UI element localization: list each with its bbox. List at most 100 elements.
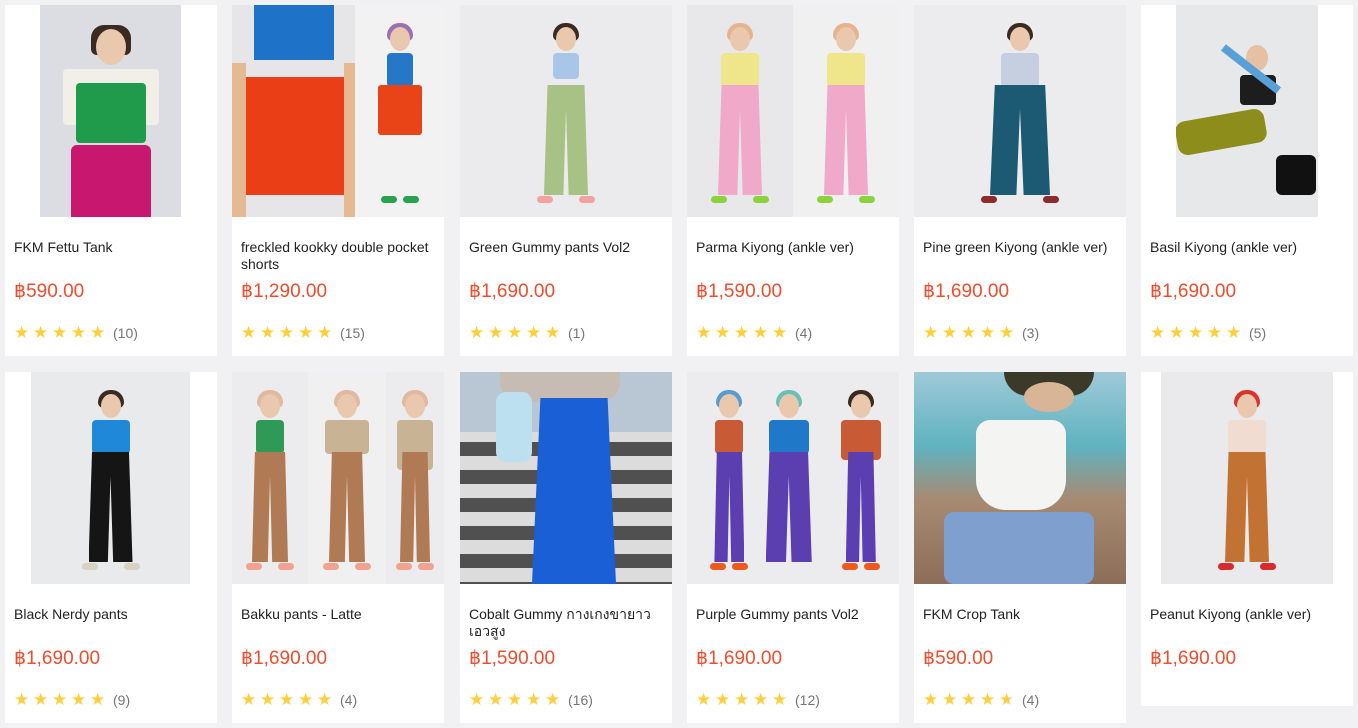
product-title[interactable]: FKM Fettu Tank [14, 239, 208, 256]
product-card[interactable]: FKM Crop Tank ฿590.00 ★ ★ ★ ★ ★ (4) [914, 372, 1126, 723]
product-card[interactable]: Peanut Kiyong (ankle ver) ฿1,690.00 [1141, 372, 1353, 706]
star-icon: ★ [52, 323, 68, 342]
star-icon: ★ [279, 690, 295, 709]
product-rating: ★ ★ ★ ★ ★ (1) [469, 324, 585, 341]
product-image[interactable] [232, 5, 444, 217]
star-icon: ★ [734, 690, 750, 709]
product-rating: ★ ★ ★ ★ ★ (4) [241, 691, 357, 708]
star-icon: ★ [545, 690, 561, 709]
product-image[interactable] [914, 5, 1126, 217]
star-icon: ★ [469, 323, 485, 342]
star-icon: ★ [696, 690, 712, 709]
product-title[interactable]: Green Gummy pants Vol2 [469, 239, 663, 256]
product-title[interactable]: Black Nerdy pants [14, 606, 208, 623]
product-title[interactable]: Peanut Kiyong (ankle ver) [1150, 606, 1344, 623]
product-rating: ★ ★ ★ ★ ★ (15) [241, 324, 365, 341]
star-icon: ★ [942, 690, 958, 709]
star-icon: ★ [1150, 323, 1166, 342]
product-price: ฿1,690.00 [469, 281, 556, 302]
star-icon: ★ [980, 323, 996, 342]
star-icon: ★ [33, 690, 49, 709]
star-icon: ★ [71, 690, 87, 709]
product-price: ฿1,590.00 [696, 281, 783, 302]
product-rating: ★ ★ ★ ★ ★ (3) [923, 324, 1039, 341]
product-card[interactable]: Basil Kiyong (ankle ver) ฿1,690.00 ★ ★ ★ ★ ★… [1141, 5, 1353, 356]
product-card[interactable]: Purple Gummy pants Vol2 ฿1,690.00 ★ ★ ★ ★ ★ … [687, 372, 899, 723]
star-icon: ★ [980, 690, 996, 709]
product-image[interactable] [460, 372, 672, 584]
review-count: (16) [568, 691, 593, 708]
star-icon: ★ [715, 323, 731, 342]
product-price: ฿1,690.00 [14, 648, 101, 669]
star-icon: ★ [1188, 323, 1204, 342]
star-icon: ★ [696, 323, 712, 342]
star-icon: ★ [526, 690, 542, 709]
review-count: (10) [113, 324, 138, 341]
star-icon: ★ [14, 690, 30, 709]
product-image[interactable] [914, 372, 1126, 584]
star-half-icon: ★ [999, 691, 1018, 708]
product-price: ฿1,590.00 [469, 648, 556, 669]
star-icon: ★ [71, 323, 87, 342]
product-price: ฿1,290.00 [241, 281, 328, 302]
star-icon: ★ [488, 323, 504, 342]
product-image[interactable] [460, 5, 672, 217]
star-icon: ★ [1207, 323, 1223, 342]
product-card[interactable]: FKM Fettu Tank ฿590.00 ★ ★ ★ ★ ★ (10) [5, 5, 217, 356]
product-title[interactable]: Bakku pants - Latte [241, 606, 435, 623]
star-icon: ★ [961, 323, 977, 342]
star-icon: ★ [298, 323, 314, 342]
star-icon: ★ [715, 690, 731, 709]
product-price: ฿590.00 [923, 648, 994, 669]
product-rating: ★ ★ ★ ★ ★ (9) [14, 691, 130, 708]
product-title[interactable]: Basil Kiyong (ankle ver) [1150, 239, 1344, 256]
product-rating: ★ ★ ★ ★ ★ (16) [469, 691, 593, 708]
product-image[interactable] [5, 5, 217, 217]
star-icon: ★ [241, 690, 257, 709]
review-count: (4) [340, 691, 358, 708]
star-icon: ★ [14, 323, 30, 342]
star-icon: ★ [317, 690, 333, 709]
product-title[interactable]: Purple Gummy pants Vol2 [696, 606, 890, 623]
star-icon: ★ [469, 690, 485, 709]
product-title[interactable]: FKM Crop Tank [923, 606, 1117, 623]
product-card[interactable]: Pine green Kiyong (ankle ver) ฿1,690.00 … [914, 5, 1126, 356]
product-card[interactable]: Bakku pants - Latte ฿1,690.00 ★ ★ ★ ★ ★ (4) [232, 372, 444, 723]
star-icon: ★ [507, 323, 523, 342]
product-rating: ★ ★ ★ ★ ★ (4) [923, 691, 1039, 708]
product-card[interactable]: freckled kookky double pocket shorts ฿1,… [232, 5, 444, 356]
product-title[interactable]: freckled kookky double pocket shorts [241, 239, 435, 273]
product-image[interactable] [5, 372, 217, 584]
product-image[interactable] [1141, 372, 1353, 584]
product-price: ฿1,690.00 [1150, 281, 1237, 302]
star-icon: ★ [1169, 323, 1185, 342]
product-title[interactable]: Parma Kiyong (ankle ver) [696, 239, 890, 256]
product-title[interactable]: Cobalt Gummy กางเกงขายาวเอวสูง [469, 606, 663, 640]
product-title[interactable]: Pine green Kiyong (ankle ver) [923, 239, 1117, 256]
star-icon: ★ [298, 690, 314, 709]
product-card[interactable]: Green Gummy pants Vol2 ฿1,690.00 ★ ★ ★ ★ ★ (… [460, 5, 672, 356]
product-price: ฿590.00 [14, 281, 85, 302]
star-icon: ★ [545, 323, 561, 342]
star-icon: ★ [961, 690, 977, 709]
product-price: ฿1,690.00 [696, 648, 783, 669]
star-icon: ★ [52, 690, 68, 709]
product-price: ฿1,690.00 [1150, 648, 1237, 669]
product-card[interactable]: Black Nerdy pants ฿1,690.00 ★ ★ ★ ★ ★ (9) [5, 372, 217, 723]
product-image[interactable] [687, 372, 899, 584]
product-image[interactable] [687, 5, 899, 217]
star-icon: ★ [260, 323, 276, 342]
product-image[interactable] [232, 372, 444, 584]
star-icon: ★ [526, 323, 542, 342]
star-icon: ★ [90, 323, 106, 342]
product-rating: ★ ★ ★ ★ ★ (10) [14, 324, 138, 341]
star-icon: ★ [33, 323, 49, 342]
star-icon: ★ [1226, 323, 1242, 342]
product-image[interactable] [1141, 5, 1353, 217]
product-card[interactable]: Cobalt Gummy กางเกงขายาวเอวสูง ฿1,590.00… [460, 372, 672, 723]
star-icon: ★ [772, 690, 788, 709]
star-icon: ★ [999, 323, 1015, 342]
star-icon: ★ [317, 323, 333, 342]
product-card[interactable]: Parma Kiyong (ankle ver) ฿1,590.00 ★ ★ ★ ★ ★… [687, 5, 899, 356]
product-price: ฿1,690.00 [923, 281, 1010, 302]
